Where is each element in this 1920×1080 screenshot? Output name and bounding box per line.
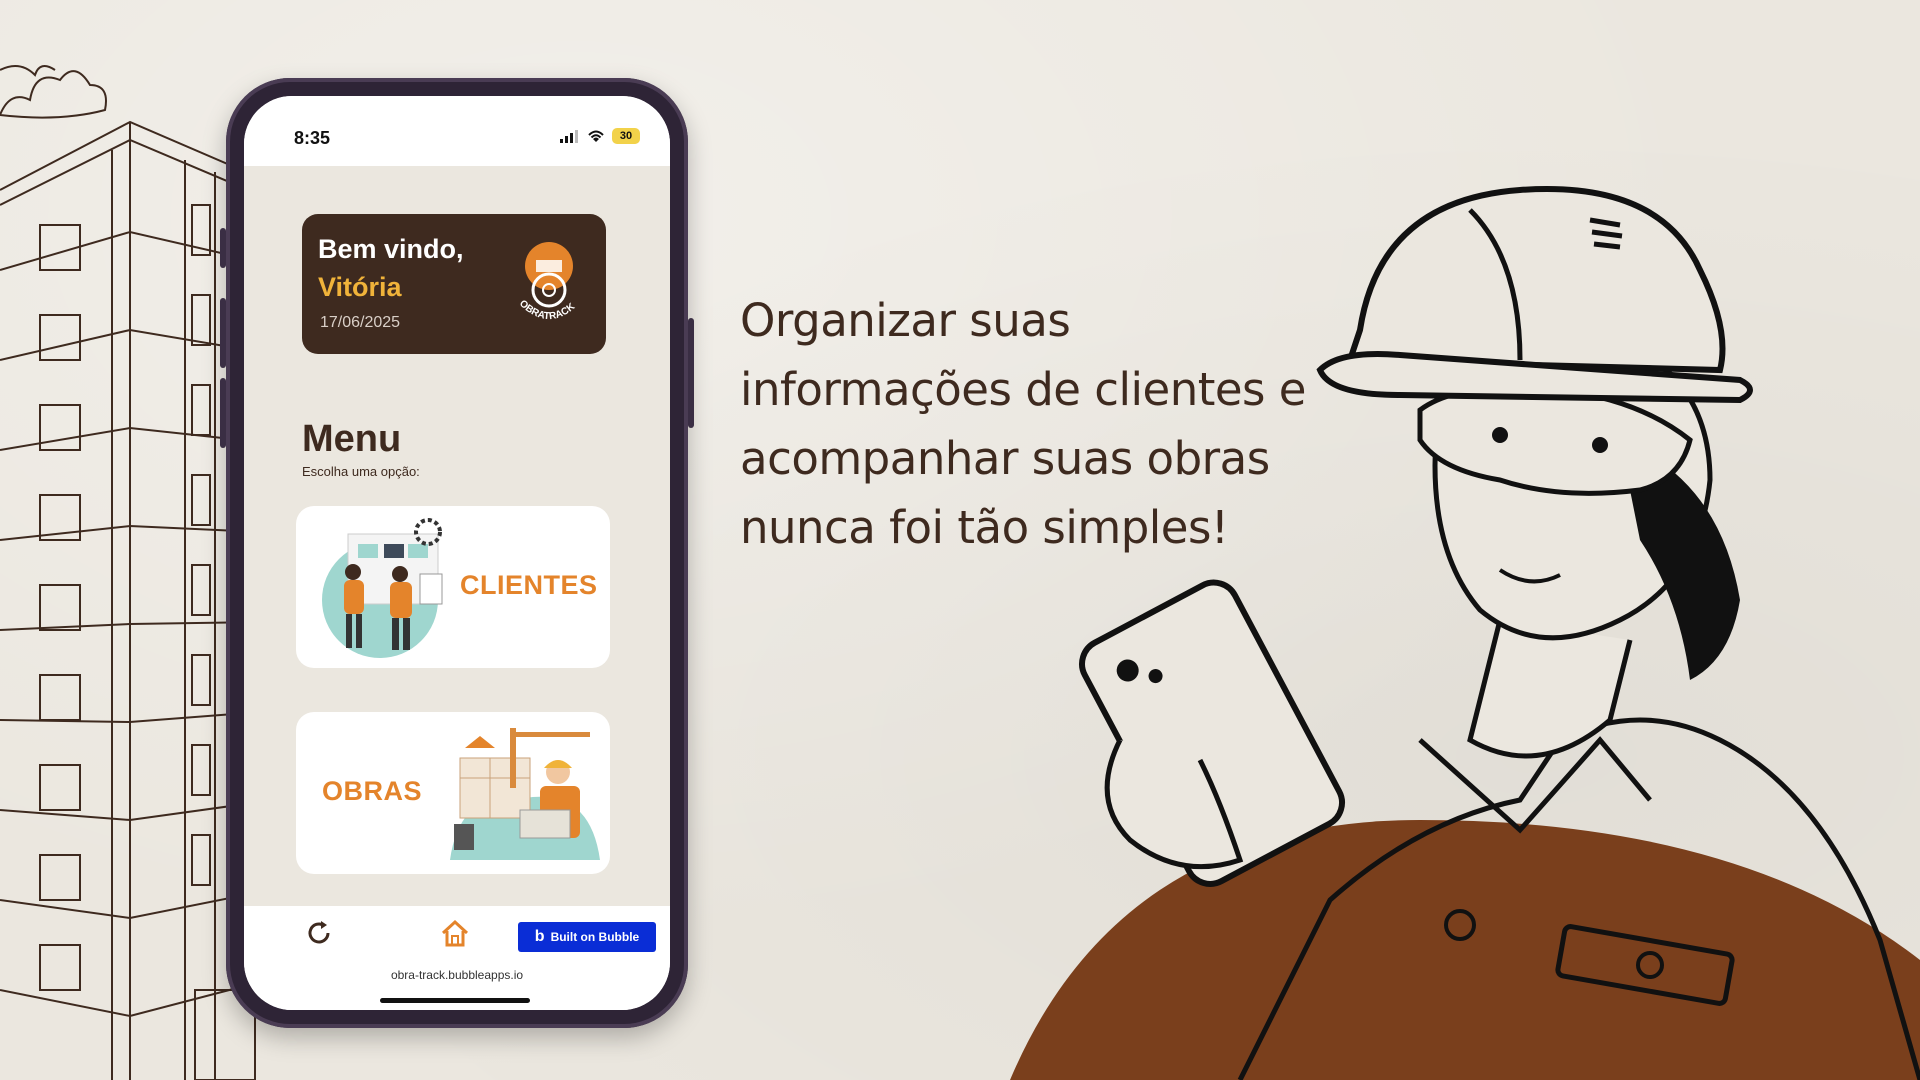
clientes-label: CLIENTES — [460, 570, 598, 600]
logo-text: OBRATRACK — [517, 298, 578, 322]
home-icon[interactable] — [440, 918, 470, 948]
bottom-nav: b Built on Bubble — [244, 906, 670, 958]
menu-subtitle: Escolha uma opção: — [302, 464, 420, 479]
url-text: obra-track.bubbleapps.io — [390, 968, 524, 982]
building-sketch — [0, 120, 260, 1080]
phone-volume-up — [220, 298, 226, 368]
welcome-card: Bem vindo, Vitória 17/06/2025 OBRATRACK — [302, 214, 606, 354]
refresh-icon[interactable] — [304, 918, 334, 948]
phone-side-button — [220, 228, 226, 268]
phone-power-button — [688, 318, 694, 428]
bubble-badge-label: Built on Bubble — [550, 930, 640, 944]
clients-illustration — [322, 518, 443, 658]
status-bar: 8:35 30 — [244, 96, 670, 166]
construction-illustration — [450, 728, 600, 860]
signal-icon — [560, 130, 578, 143]
browser-url-bar[interactable]: obra-track.bubbleapps.io — [244, 958, 670, 1010]
worker-illustration — [1010, 186, 1920, 1080]
obras-label: OBRAS — [322, 776, 423, 806]
welcome-greeting: Bem vindo, — [318, 234, 464, 264]
home-indicator — [380, 998, 530, 1003]
bubble-logo-icon: b — [534, 928, 545, 945]
welcome-date: 17/06/2025 — [320, 314, 401, 331]
phone-mockup: 8:35 30 Bem vindo, Vitória 17/06/2025 OB… — [220, 78, 694, 1028]
cloud-sketch — [0, 65, 107, 119]
app-content: Bem vindo, Vitória 17/06/2025 OBRATRACK … — [244, 166, 670, 906]
phone-volume-down — [220, 378, 226, 448]
built-on-bubble-badge[interactable]: b Built on Bubble — [518, 922, 656, 952]
status-icons: 30 — [560, 126, 640, 146]
status-time: 8:35 — [294, 128, 331, 148]
svg-text:OBRATRACK: OBRATRACK — [517, 298, 578, 322]
menu-title: Menu — [302, 418, 402, 460]
menu-item-obras[interactable]: OBRAS — [296, 712, 610, 874]
phone-screen: 8:35 30 Bem vindo, Vitória 17/06/2025 OB… — [244, 96, 670, 1010]
obratrack-logo: OBRATRACK — [517, 242, 578, 322]
menu-item-clientes[interactable]: CLIENTES — [296, 506, 610, 668]
wifi-icon — [588, 130, 604, 142]
welcome-name: Vitória — [318, 272, 402, 302]
battery-indicator: 30 — [612, 128, 640, 144]
